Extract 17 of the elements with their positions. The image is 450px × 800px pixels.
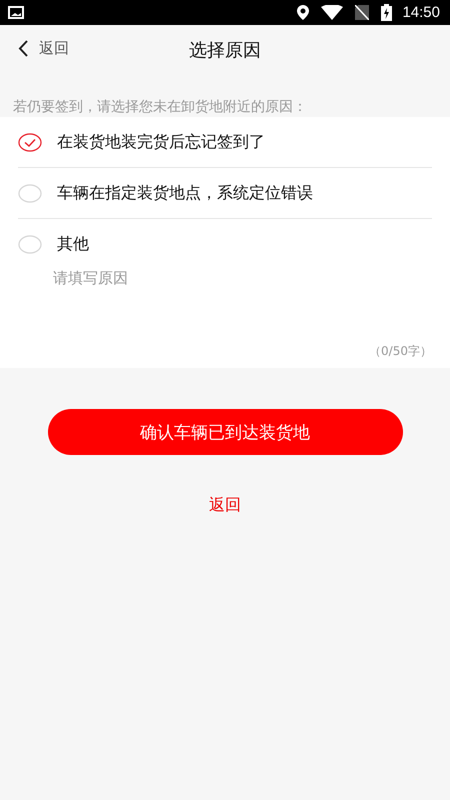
battery-charging-icon — [381, 4, 392, 21]
wifi-icon — [321, 5, 344, 20]
reason-option[interactable]: 车辆在指定装货地点，系统定位错误 — [18, 168, 432, 219]
status-time: 14:50 — [402, 4, 440, 21]
back-button[interactable]: 返回 — [18, 39, 69, 58]
character-counter: （0/50字） — [369, 343, 432, 360]
location-icon — [297, 5, 310, 20]
reason-input[interactable]: 请填写原因 — [53, 269, 432, 293]
reason-option[interactable]: 其他 — [18, 219, 432, 269]
instruction-text: 若仍要签到，请选择您未在卸货地附近的原因： — [12, 98, 308, 117]
back-icon — [18, 40, 29, 57]
page-title: 选择原因 — [189, 39, 261, 62]
confirm-button[interactable]: 确认车辆已到达装货地 — [48, 409, 402, 455]
reason-option[interactable]: 在装货地装完货后忘记签到了 — [18, 117, 432, 168]
back-link[interactable]: 返回 — [209, 495, 241, 516]
no-sim-icon — [355, 5, 370, 20]
image-icon — [8, 6, 24, 19]
